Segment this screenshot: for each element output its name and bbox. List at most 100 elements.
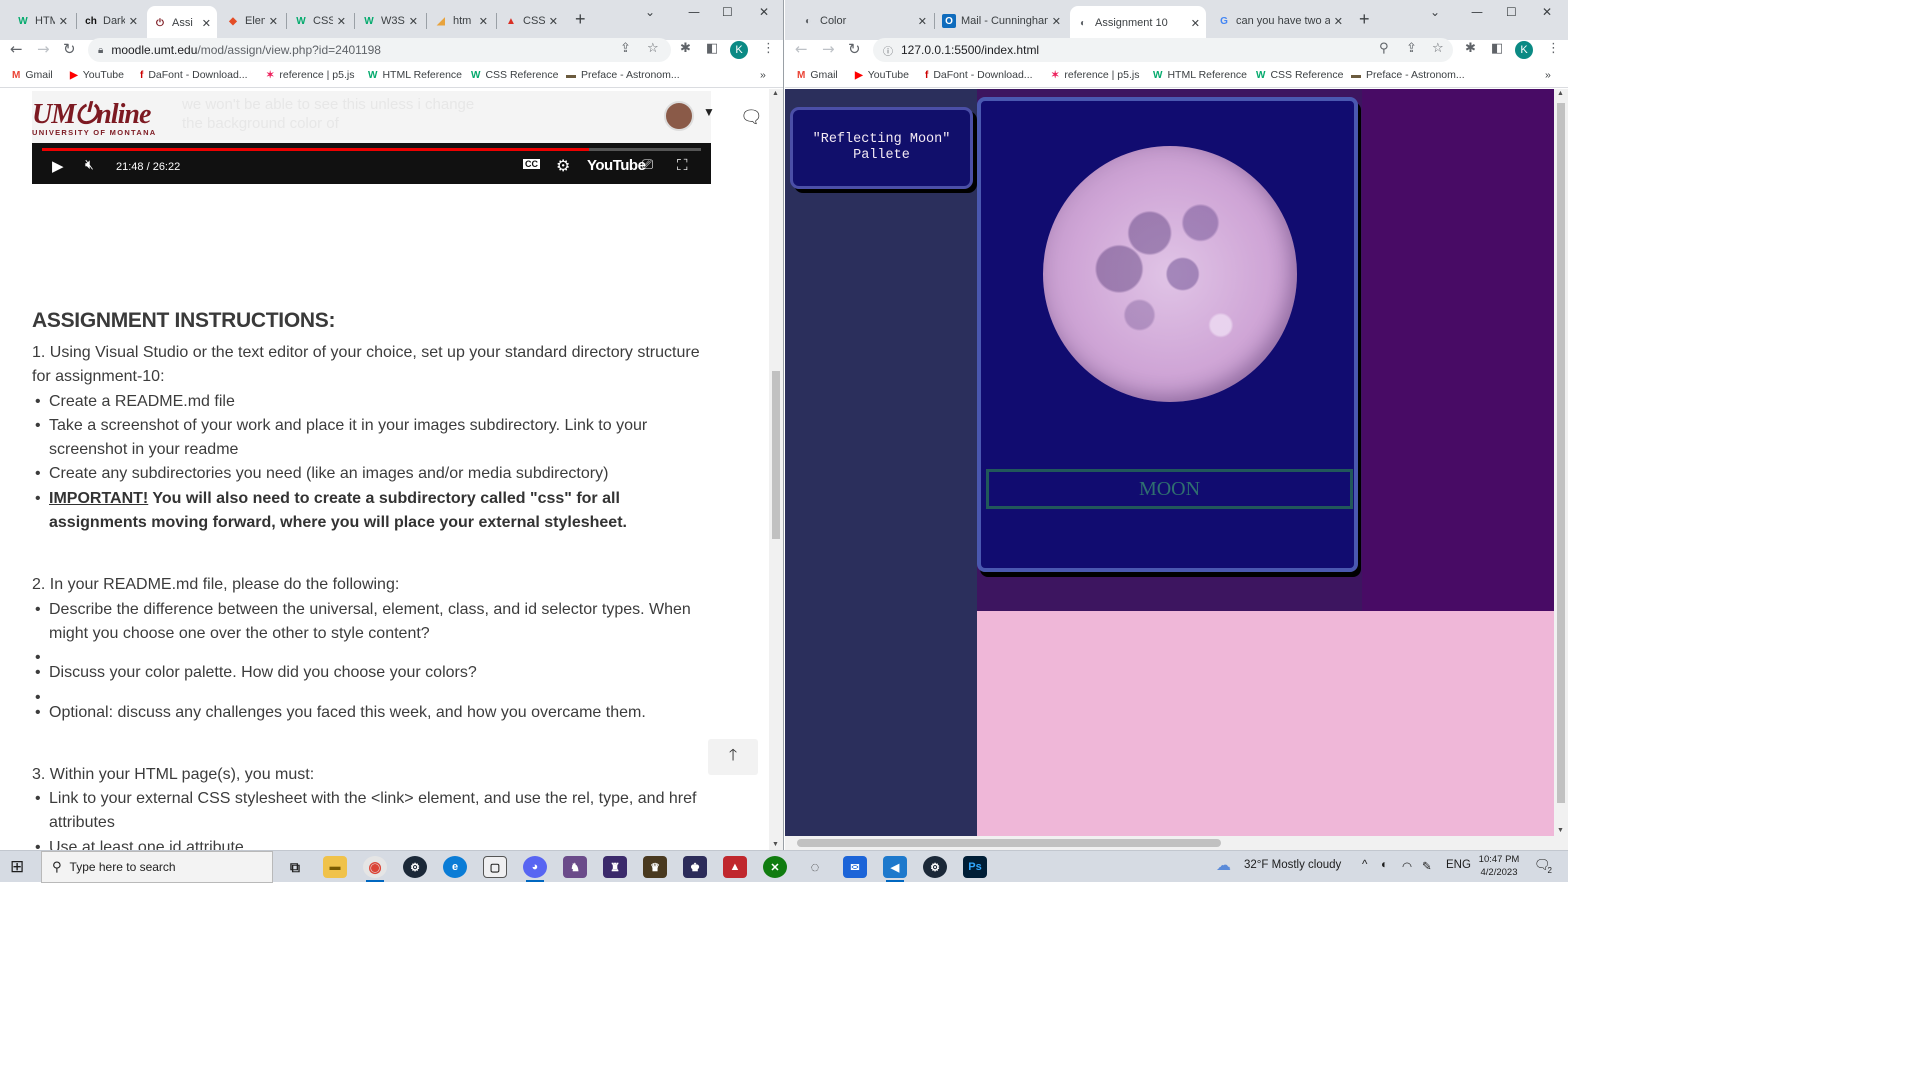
scroll-up-arrow[interactable]: ▲ bbox=[772, 90, 779, 97]
vertical-scrollbar[interactable]: ▲ ▼ bbox=[1554, 89, 1568, 850]
scroll-down-arrow[interactable]: ▼ bbox=[1557, 827, 1564, 834]
close-icon[interactable]: ✕ bbox=[1052, 15, 1061, 28]
close-icon[interactable]: ✕ bbox=[1334, 15, 1343, 28]
youtube-logo[interactable]: YouTube bbox=[587, 157, 646, 174]
close-icon[interactable]: ✕ bbox=[59, 15, 68, 28]
taskbar-clock[interactable]: 10:47 PM 4/2/2023 bbox=[1474, 853, 1524, 879]
language-indicator[interactable]: ENG bbox=[1446, 859, 1471, 871]
tab-dark[interactable]: ch Dark ✕ bbox=[78, 7, 144, 35]
scroll-up-arrow[interactable]: ▲ bbox=[1557, 90, 1564, 97]
bookmark-preface[interactable]: ▬ Preface - Astronom... bbox=[1351, 69, 1465, 81]
game-icon[interactable]: ♞ bbox=[563, 856, 587, 878]
mute-icon[interactable]: 🔇︎ bbox=[85, 157, 94, 173]
profile-avatar[interactable]: K bbox=[1515, 41, 1533, 59]
captions-icon[interactable]: CC bbox=[523, 159, 540, 169]
zoom-icon[interactable]: ⚲ bbox=[1379, 41, 1389, 56]
chrome-icon[interactable]: ◉ bbox=[363, 856, 387, 878]
bookmark-p5js[interactable]: ✶ reference | p5.js bbox=[266, 69, 355, 81]
game-icon[interactable]: ♚ bbox=[683, 856, 707, 878]
bookmark-css-reference[interactable]: W CSS Reference bbox=[471, 69, 558, 81]
close-icon[interactable]: ✕ bbox=[202, 17, 211, 30]
pen-icon[interactable]: ✎ bbox=[1422, 859, 1432, 873]
close-icon[interactable]: ✕ bbox=[269, 15, 278, 28]
tab-search-icon[interactable]: ⌄ bbox=[645, 5, 655, 19]
address-bar[interactable]: ⓘ 127.0.0.1:5500/index.html bbox=[873, 38, 1453, 62]
steam-icon[interactable]: ⚙ bbox=[403, 856, 427, 878]
tab-css[interactable]: W CSS ✕ bbox=[288, 7, 352, 35]
wifi-icon[interactable]: ◠ bbox=[1402, 859, 1412, 873]
steam-icon[interactable]: ⚙ bbox=[923, 856, 947, 878]
bookmark-preface[interactable]: ▬ Preface - Astronom... bbox=[566, 69, 680, 81]
close-window-button[interactable]: ✕ bbox=[759, 5, 769, 19]
side-panel-icon[interactable]: ◧ bbox=[1491, 41, 1503, 56]
bookmark-dafont[interactable]: f DaFont - Download... bbox=[140, 69, 248, 81]
tab-mail[interactable]: O Mail - Cunningham ✕ bbox=[936, 7, 1067, 35]
weather-icon[interactable]: ☁ bbox=[1216, 856, 1231, 874]
tray-chevron-up-icon[interactable]: ^ bbox=[1362, 859, 1367, 871]
maximize-button[interactable]: ☐ bbox=[1506, 5, 1517, 19]
tab-assignment-10[interactable]: ◐ Assignment 10 ✕ bbox=[1070, 6, 1206, 40]
bookmark-dafont[interactable]: f DaFont - Download... bbox=[925, 69, 1033, 81]
back-button[interactable]: ← bbox=[10, 40, 23, 58]
bookmark-html-reference[interactable]: W HTML Reference bbox=[368, 69, 462, 81]
scrollbar-thumb[interactable] bbox=[797, 839, 1221, 847]
more-bookmarks-icon[interactable]: » bbox=[1545, 69, 1551, 81]
circle-app-icon[interactable]: ◌ bbox=[803, 856, 827, 878]
minimize-button[interactable]: — bbox=[1471, 5, 1483, 19]
notification-icon[interactable]: 🗨︎2 bbox=[1534, 857, 1555, 875]
share-icon[interactable]: ⇪ bbox=[1406, 41, 1417, 56]
close-icon[interactable]: ✕ bbox=[409, 15, 418, 28]
discord-icon[interactable]: ◕ bbox=[523, 856, 547, 878]
tab-htm[interactable]: ◢ htm ✕ bbox=[428, 7, 494, 35]
share-icon[interactable]: ⇪ bbox=[620, 41, 631, 56]
photoshop-icon[interactable]: Ps bbox=[963, 856, 987, 878]
game-icon[interactable]: ♜ bbox=[603, 856, 627, 878]
menu-icon[interactable]: ⋮ bbox=[1547, 41, 1560, 56]
scroll-down-arrow[interactable]: ▼ bbox=[772, 841, 779, 848]
play-icon[interactable]: ▶ bbox=[52, 157, 64, 175]
maximize-button[interactable]: ☐ bbox=[722, 5, 733, 19]
close-icon[interactable]: ✕ bbox=[337, 15, 346, 28]
extensions-icon[interactable]: ✱ bbox=[1465, 41, 1476, 56]
scrollbar-thumb[interactable] bbox=[772, 371, 780, 539]
taskbar-search-box[interactable]: ⚲ Type here to search bbox=[41, 851, 273, 883]
pdf-reader-icon[interactable]: ▲ bbox=[723, 856, 747, 878]
minimize-button[interactable]: — bbox=[688, 5, 700, 19]
tab-color[interactable]: ◐ Color ✕ bbox=[795, 7, 933, 35]
side-panel-icon[interactable]: ◧ bbox=[706, 41, 718, 56]
bookmark-p5js[interactable]: ✶ reference | p5.js bbox=[1051, 69, 1140, 81]
bookmark-css-reference[interactable]: W CSS Reference bbox=[1256, 69, 1343, 81]
back-to-top-button[interactable]: 🡑 bbox=[708, 739, 758, 775]
bookmark-html-reference[interactable]: W HTML Reference bbox=[1153, 69, 1247, 81]
video-progress-track[interactable] bbox=[42, 148, 701, 151]
extensions-icon[interactable]: ✱ bbox=[680, 41, 691, 56]
horizontal-scrollbar[interactable] bbox=[785, 836, 1554, 850]
weather-text[interactable]: 32°F Mostly cloudy bbox=[1244, 859, 1341, 871]
tab-search-icon[interactable]: ⌄ bbox=[1430, 5, 1440, 19]
tab-w3s[interactable]: W W3S ✕ bbox=[356, 7, 424, 35]
close-window-button[interactable]: ✕ bbox=[1542, 5, 1552, 19]
fullscreen-icon[interactable]: ⛶ bbox=[677, 156, 688, 174]
profile-avatar[interactable]: K bbox=[730, 41, 748, 59]
scrollbar-thumb[interactable] bbox=[1557, 103, 1565, 803]
tab-element[interactable]: ◆ Elem ✕ bbox=[220, 7, 284, 35]
back-button[interactable]: ← bbox=[795, 40, 808, 58]
settings-gear-icon[interactable]: ⚙ bbox=[556, 156, 570, 175]
forward-button[interactable]: → bbox=[822, 40, 835, 58]
channel-avatar[interactable] bbox=[664, 101, 694, 131]
bookmark-youtube[interactable]: ▶ YouTube bbox=[70, 69, 124, 81]
star-icon[interactable]: ☆ bbox=[1432, 41, 1444, 56]
comment-icon[interactable]: 🗨︎ bbox=[740, 107, 763, 128]
cast-icon[interactable]: ⎚ bbox=[642, 157, 653, 173]
windows-start-icon[interactable]: ⊞ bbox=[10, 857, 24, 877]
network-icon[interactable]: ◐ bbox=[1381, 859, 1388, 871]
close-icon[interactable]: ✕ bbox=[918, 15, 927, 28]
file-explorer-icon[interactable]: ▬ bbox=[323, 856, 347, 878]
embedded-video-player[interactable]: UM⏻nline UNIVERSITY OF MONTANA we won't … bbox=[32, 91, 715, 184]
bookmark-gmail[interactable]: M Gmail bbox=[797, 69, 838, 81]
mail-icon[interactable]: ✉ bbox=[843, 856, 867, 878]
address-bar[interactable]: 🔒︎ moodle.umt.edu/mod/assign/view.php?id… bbox=[88, 38, 671, 62]
twitch-icon[interactable]: ▢ bbox=[483, 856, 507, 878]
bookmark-gmail[interactable]: M Gmail bbox=[12, 69, 53, 81]
tab-assignment[interactable]: ⏻ Assi ✕ bbox=[147, 6, 217, 40]
